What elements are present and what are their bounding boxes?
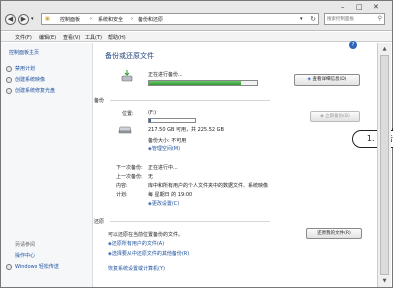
scroll-down-icon[interactable]: ▼ xyxy=(380,277,389,285)
disk-usage-fill xyxy=(149,119,151,122)
next-backup-label: 下一次备份: xyxy=(116,165,143,171)
sidebar-item-home[interactable]: 控制面板主页 xyxy=(9,49,39,56)
contents-value: 库中和所有用户的个人文件夹中的数据文件、系统映像 xyxy=(148,183,269,189)
manage-space-link[interactable]: ◈管理空间(M) xyxy=(148,145,180,152)
contents-label: 内容: xyxy=(116,183,128,189)
sidebar-item-easy-transfer[interactable]: Windows 轻松传送 xyxy=(6,263,59,270)
sidebar-item-disable-schedule[interactable]: 禁用计划 xyxy=(6,65,35,72)
title-bar: – □ ✕ ◀ ▶ ▾ ▣ 控制面板 › 系统和安全 › 备份和还原 ▾ ↻ ⚲ xyxy=(1,1,392,31)
free-space-text: 217.50 GB 可用，共 225.52 GB xyxy=(148,127,224,133)
search-icon[interactable]: ⚲ xyxy=(378,15,382,22)
restore-all-users-link[interactable]: ◈还原所有用户的文件(A) xyxy=(108,240,164,247)
sidebar-item-system-image[interactable]: 创建系统映像 xyxy=(6,76,45,83)
back-button[interactable]: ◀ xyxy=(5,14,16,25)
restore-my-files-button[interactable]: 还原我的文件(R) xyxy=(306,228,362,239)
breadcrumb-item[interactable]: 控制面板 xyxy=(60,16,80,23)
backup-progress-icon xyxy=(120,69,134,82)
restore-description: 可以还原在当前位置备份的文件。 xyxy=(108,232,184,238)
backup-size-text: 备份大小: 不可用 xyxy=(148,138,187,144)
menu-view[interactable]: 查看(V) xyxy=(63,34,80,41)
folder-icon: ▣ xyxy=(45,16,50,22)
menu-file[interactable]: 文件(F) xyxy=(15,34,32,41)
menu-tools[interactable]: 工具(T) xyxy=(85,34,102,41)
page-title: 备份或还原文件 xyxy=(105,52,154,60)
transfer-icon xyxy=(6,263,12,270)
shield-icon xyxy=(6,76,12,83)
progress-label: 正在进行备份... xyxy=(148,72,183,78)
recover-system-link[interactable]: 恢复系统设置或计算机(Y) xyxy=(108,265,165,272)
last-backup-label: 上一次备份: xyxy=(116,174,143,180)
shield-icon xyxy=(6,65,12,72)
minimize-button[interactable]: – xyxy=(341,3,345,11)
last-backup-value: 无 xyxy=(148,174,154,180)
backup-now-button[interactable]: ◈ 立即备份(B) xyxy=(310,111,360,122)
backup-section-heading: 备份 xyxy=(94,98,105,104)
chevron-down-icon[interactable]: ▾ xyxy=(300,16,303,22)
breadcrumb-separator-icon: › xyxy=(131,16,133,22)
select-other-backup-link[interactable]: ◈选择要从中还原文件的其他备份(R) xyxy=(108,250,189,257)
refresh-icon[interactable]: ↻ xyxy=(309,15,317,23)
view-details-button[interactable]: ◈ 查看详细信息(D) xyxy=(294,74,360,86)
backup-progress-bar xyxy=(148,80,258,86)
sidebar: 控制面板主页 禁用计划 创建系统映像 创建系统修复光盘 另请参阅 操作中心 Wi… xyxy=(1,43,93,287)
scroll-up-icon[interactable]: ▲ xyxy=(380,45,389,53)
sidebar-item-repair-disc[interactable]: 创建系统修复光盘 xyxy=(6,87,55,94)
close-button[interactable]: ✕ xyxy=(373,3,379,11)
main-content: ? 备份或还原文件 正在进行备份... ◈ 查看详细信息(D) 1. 单击 备份… xyxy=(94,41,393,287)
shield-icon: ◈ xyxy=(307,77,312,82)
see-also-heading: 另请参阅 xyxy=(15,242,36,248)
maximize-button[interactable]: □ xyxy=(356,3,363,11)
disk-usage-bar xyxy=(148,118,196,123)
restore-section-heading: 还原 xyxy=(94,219,105,225)
menu-edit[interactable]: 编辑(E) xyxy=(39,34,56,41)
change-settings-link[interactable]: ◈更改设置(C) xyxy=(148,200,179,207)
location-value: (F:) xyxy=(148,110,157,116)
location-label: 位置: xyxy=(122,111,134,117)
search-input[interactable] xyxy=(327,15,373,24)
drive-icon xyxy=(118,125,132,134)
scrollbar-thumb[interactable] xyxy=(380,55,389,275)
section-divider xyxy=(110,221,270,222)
search-box[interactable]: ⚲ xyxy=(324,13,385,25)
sidebar-item-action-center[interactable]: 操作中心 xyxy=(15,252,35,259)
schedule-value: 每 星期日 的 19:00 xyxy=(148,192,193,198)
backup-progress-fill xyxy=(149,81,241,85)
backup-restore-window: – □ ✕ ◀ ▶ ▾ ▣ 控制面板 › 系统和安全 › 备份和还原 ▾ ↻ ⚲… xyxy=(0,0,393,288)
breadcrumb-separator-icon: › xyxy=(90,16,92,22)
breadcrumb-item[interactable]: 备份和还原 xyxy=(138,16,163,23)
recent-pages-icon[interactable]: ▾ xyxy=(31,16,34,22)
menu-bar: 文件(F) 编辑(E) 查看(V) 工具(T) 帮助(H) xyxy=(1,32,392,42)
help-icon[interactable]: ? xyxy=(349,41,357,49)
schedule-label: 计划: xyxy=(116,192,128,198)
section-divider xyxy=(110,100,270,101)
menu-help[interactable]: 帮助(H) xyxy=(108,34,126,41)
shield-icon: ◈ xyxy=(320,114,324,119)
forward-button[interactable]: ▶ xyxy=(18,14,29,25)
address-bar[interactable]: ▣ 控制面板 › 系统和安全 › 备份和还原 ▾ xyxy=(41,13,319,25)
disc-icon xyxy=(6,87,12,94)
next-backup-value: 正在进行中... xyxy=(148,165,178,171)
vertical-scrollbar[interactable]: ▲ ▼ xyxy=(377,43,391,287)
breadcrumb-item[interactable]: 系统和安全 xyxy=(98,16,123,23)
